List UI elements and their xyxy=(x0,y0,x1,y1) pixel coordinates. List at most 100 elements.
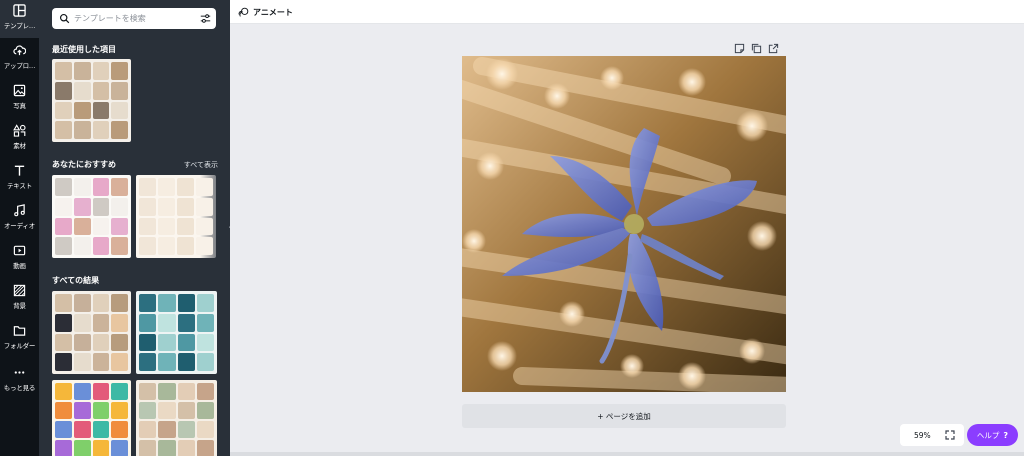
rail-item-photos[interactable]: 写真 xyxy=(0,80,39,118)
rail-label: オーディオ xyxy=(3,222,36,230)
template-thumb-cell xyxy=(158,178,175,196)
template-thumb-cell xyxy=(92,353,110,371)
template-thumb-cell xyxy=(158,333,176,352)
help-label: ヘルプ xyxy=(976,430,1000,440)
template-thumb-cell xyxy=(196,402,214,419)
template-card-pink-icons[interactable] xyxy=(52,175,131,258)
horizontal-scrollbar[interactable] xyxy=(230,452,1024,456)
rail-item-elements[interactable]: 素材 xyxy=(0,120,39,158)
cloud-upload-icon xyxy=(13,45,26,56)
template-thumb-cell xyxy=(111,197,128,216)
template-thumb-cell xyxy=(111,62,128,80)
template-thumb-cell xyxy=(158,217,175,236)
template-thumb-cell xyxy=(177,217,194,236)
template-thumb-cell xyxy=(177,440,195,456)
template-card-colorful-icons[interactable] xyxy=(52,380,131,456)
rail-item-audio[interactable]: オーディオ xyxy=(0,200,39,238)
template-thumb-cell xyxy=(177,294,195,312)
template-thumb-cell xyxy=(92,313,110,332)
animate-label: アニメート xyxy=(253,7,293,17)
music-note-icon xyxy=(14,204,25,217)
template-panel: 最近使用した項目 あなたにおすすめ すべて表示 すべての結果 › xyxy=(39,0,230,456)
template-thumb-cell xyxy=(139,237,156,255)
rail-item-more[interactable]: もっと見る xyxy=(0,362,39,400)
template-thumb-cell xyxy=(92,421,110,438)
template-thumb-cell xyxy=(73,421,91,438)
template-thumb-cell xyxy=(55,383,72,400)
template-thumb-cell xyxy=(73,294,91,312)
rail-label: アップロ… xyxy=(3,62,36,70)
rail-item-video[interactable]: 動画 xyxy=(0,240,39,278)
template-card-beige-icons[interactable] xyxy=(52,291,131,374)
help-question-icon: ? xyxy=(1003,430,1009,440)
template-thumb-cell xyxy=(111,178,128,196)
template-thumb-cell xyxy=(177,353,195,371)
template-thumb-cell xyxy=(55,313,72,332)
template-thumb-cell xyxy=(92,333,110,352)
template-thumb-cell xyxy=(196,313,214,332)
template-thumb-cell xyxy=(55,333,72,352)
template-thumb-cell xyxy=(139,333,157,352)
template-thumb-cell xyxy=(92,383,110,400)
duplicate-page-icon[interactable] xyxy=(751,39,762,54)
template-card-botanical-icons[interactable] xyxy=(136,380,217,456)
design-canvas[interactable] xyxy=(462,56,786,392)
animate-button[interactable]: アニメート xyxy=(238,4,293,20)
add-page-button[interactable]: + ページを追加 xyxy=(462,404,786,428)
rail-item-templates[interactable]: テンプレ… xyxy=(0,0,39,38)
template-thumb-cell xyxy=(111,237,128,255)
template-thumb-cell xyxy=(55,62,72,80)
video-icon xyxy=(13,245,26,256)
template-thumb-cell xyxy=(73,81,91,100)
rail-item-uploads[interactable]: アップロ… xyxy=(0,40,39,78)
text-icon xyxy=(14,165,25,176)
photo-icon xyxy=(13,84,26,97)
template-thumb-cell xyxy=(92,294,110,312)
template-thumb-cell xyxy=(73,440,91,456)
search-input[interactable] xyxy=(74,14,194,23)
template-thumb-cell xyxy=(139,313,157,332)
template-thumb-cell xyxy=(177,178,194,196)
template-thumb-cell xyxy=(111,294,128,312)
template-thumb-cell xyxy=(139,197,156,216)
rail-label: 背景 xyxy=(13,302,26,310)
export-page-icon[interactable] xyxy=(768,39,779,54)
template-thumb-cell xyxy=(139,440,157,456)
note-icon[interactable] xyxy=(734,39,745,54)
template-thumb-cell xyxy=(111,421,128,438)
template-thumb-cell xyxy=(196,294,214,312)
template-thumb-cell xyxy=(73,197,91,216)
template-thumb-cell xyxy=(55,353,72,371)
template-thumb-cell xyxy=(177,237,194,255)
rail-item-folder[interactable]: フォルダー xyxy=(0,320,39,358)
template-thumb-cell xyxy=(158,421,176,438)
template-thumb-cell xyxy=(55,421,72,438)
rail-label: 素材 xyxy=(13,142,26,150)
template-thumb-cell xyxy=(158,313,176,332)
template-thumb-cell xyxy=(73,62,91,80)
template-card-teal-icons[interactable] xyxy=(136,291,217,374)
template-thumb-cell xyxy=(196,440,214,456)
template-thumb-cell xyxy=(55,197,72,216)
template-thumb-cell xyxy=(111,402,128,419)
filter-sliders-icon[interactable] xyxy=(200,13,211,24)
help-button[interactable]: ヘルプ ? xyxy=(967,424,1018,446)
template-thumb-cell xyxy=(73,333,91,352)
template-search[interactable] xyxy=(52,8,216,29)
template-thumb-cell xyxy=(73,402,91,419)
template-thumb-cell xyxy=(196,353,214,371)
template-thumb-cell xyxy=(196,217,213,236)
template-thumb-cell xyxy=(158,237,175,255)
see-all-link[interactable]: すべて表示 xyxy=(184,160,218,170)
rail-item-background[interactable]: 背景 xyxy=(0,280,39,318)
template-thumb-cell xyxy=(92,197,110,216)
rail-item-text[interactable]: テキスト xyxy=(0,160,39,198)
template-card-script-icons[interactable] xyxy=(136,175,216,258)
fullscreen-icon[interactable] xyxy=(945,430,955,440)
template-thumb-cell xyxy=(139,294,157,312)
folder-icon xyxy=(13,326,26,336)
section-title-recent: 最近使用した項目 xyxy=(52,45,116,54)
template-card-recent[interactable] xyxy=(52,59,131,142)
template-thumb-cell xyxy=(111,333,128,352)
template-thumb-cell xyxy=(177,421,195,438)
